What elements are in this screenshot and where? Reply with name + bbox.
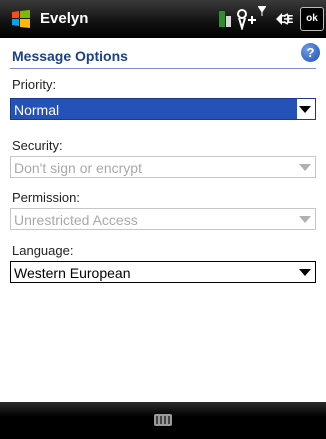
softkey-bar [0, 402, 326, 439]
permission-label: Permission: [12, 190, 80, 205]
keyboard-icon[interactable] [154, 414, 172, 426]
page-title: Message Options [12, 48, 128, 64]
windows-flag-icon[interactable] [10, 9, 32, 29]
chevron-down-icon[interactable] [299, 164, 311, 171]
priority-value: Normal [14, 102, 60, 118]
security-label: Security: [12, 138, 63, 153]
language-value: Western European [14, 265, 131, 281]
signal-icon[interactable] [234, 8, 258, 30]
header-divider [10, 68, 316, 69]
ok-button[interactable]: ok [300, 7, 324, 31]
svg-text:CE: CE [278, 13, 294, 26]
permission-value: Unrestricted Access [14, 212, 138, 228]
chevron-down-icon[interactable] [299, 269, 311, 276]
app-title[interactable]: Evelyn [40, 10, 88, 27]
language-label: Language: [12, 243, 74, 258]
title-bar: Evelyn CE ok [0, 0, 326, 38]
antenna-icon [258, 6, 266, 16]
help-icon[interactable]: ? [301, 43, 320, 62]
chevron-down-icon[interactable] [299, 216, 311, 223]
priority-label: Priority: [12, 77, 57, 92]
page-header: Message Options ? [0, 38, 326, 66]
chevron-down-icon[interactable] [299, 106, 311, 113]
permission-dropdown[interactable]: Unrestricted Access [10, 208, 316, 230]
security-dropdown[interactable]: Don't sign or encrypt [10, 156, 316, 178]
sync-battery-icon[interactable] [218, 8, 232, 30]
security-value: Don't sign or encrypt [14, 160, 142, 176]
ce-mark-icon: CE [278, 13, 294, 26]
priority-dropdown[interactable]: Normal [10, 98, 316, 120]
language-dropdown[interactable]: Western European [10, 261, 316, 283]
